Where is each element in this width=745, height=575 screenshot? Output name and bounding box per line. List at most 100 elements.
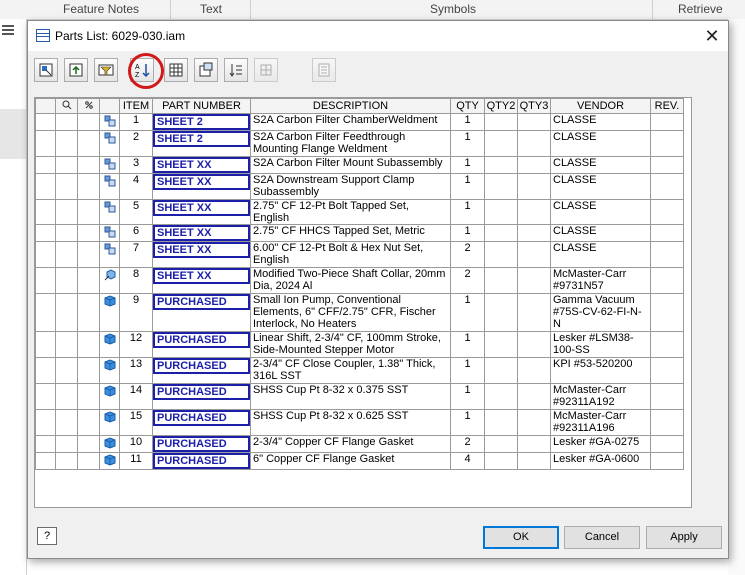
qty-cell[interactable]: 2	[450, 267, 485, 294]
percent-cell[interactable]	[77, 452, 100, 470]
percent-cell[interactable]	[77, 156, 100, 174]
ok-button[interactable]: OK	[483, 526, 559, 549]
qty3-cell[interactable]	[517, 452, 551, 470]
percent-cell[interactable]	[77, 241, 100, 268]
rev-cell[interactable]	[650, 409, 684, 436]
menu-icon[interactable]	[2, 25, 14, 27]
qty2-cell[interactable]	[484, 452, 518, 470]
status-cell[interactable]	[35, 331, 56, 358]
vendor-cell[interactable]: McMaster-Carr #92311A192	[550, 383, 651, 410]
find-cell[interactable]	[55, 293, 78, 332]
qty2-cell[interactable]	[484, 113, 518, 131]
status-cell[interactable]	[35, 452, 56, 470]
percent-cell[interactable]	[77, 199, 100, 225]
apply-button[interactable]: Apply	[646, 526, 722, 549]
header-find[interactable]	[55, 98, 78, 114]
status-cell[interactable]	[35, 199, 56, 225]
description-cell[interactable]: S2A Carbon Filter Feedthrough Mounting F…	[250, 130, 451, 157]
table-row[interactable]: 2 SHEET 2 S2A Carbon Filter Feedthrough Mo…	[35, 130, 684, 157]
part-number-cell[interactable]: SHEET XX	[152, 173, 251, 200]
part-number-cell[interactable]: SHEET 2	[152, 130, 251, 157]
description-cell[interactable]: S2A Carbon Filter Mount Subassembly	[250, 156, 451, 174]
qty-cell[interactable]: 1	[450, 357, 485, 384]
description-cell[interactable]: S2A Downstream Support Clamp Subassembly	[250, 173, 451, 200]
item-cell[interactable]: 1	[119, 113, 153, 131]
status-cell[interactable]	[35, 293, 56, 332]
qty2-cell[interactable]	[484, 409, 518, 436]
qty3-cell[interactable]	[517, 293, 551, 332]
vendor-cell[interactable]: Lesker #GA-0275	[550, 435, 651, 453]
table-row[interactable]: 12 PURCHASED Linear Shift, 2-3/4" CF, 100m…	[35, 331, 684, 358]
part-number-cell[interactable]: PURCHASED	[152, 293, 251, 332]
find-cell[interactable]	[55, 156, 78, 174]
percent-cell[interactable]	[77, 293, 100, 332]
qty-cell[interactable]: 1	[450, 331, 485, 358]
table-row[interactable]: 4 SHEET XX S2A Downstream Support Clamp Su…	[35, 173, 684, 200]
qty-cell[interactable]: 1	[450, 293, 485, 332]
part-number-cell[interactable]: PURCHASED	[152, 409, 251, 436]
rev-cell[interactable]	[650, 452, 684, 470]
find-cell[interactable]	[55, 113, 78, 131]
description-cell[interactable]: Small Ion Pump, Conventional Elements, 6…	[250, 293, 451, 332]
header-vendor[interactable]: VENDOR	[550, 98, 651, 114]
item-cell[interactable]: 15	[119, 409, 153, 436]
qty2-cell[interactable]	[484, 331, 518, 358]
rev-cell[interactable]	[650, 331, 684, 358]
cancel-button[interactable]: Cancel	[564, 526, 640, 549]
description-cell[interactable]: 2-3/4" CF Close Coupler, 1.38" Thick, 31…	[250, 357, 451, 384]
header-description[interactable]: DESCRIPTION	[250, 98, 451, 114]
qty-cell[interactable]: 1	[450, 199, 485, 225]
percent-cell[interactable]	[77, 383, 100, 410]
find-cell[interactable]	[55, 331, 78, 358]
qty-cell[interactable]: 1	[450, 173, 485, 200]
qty-cell[interactable]: 1	[450, 113, 485, 131]
qty-cell[interactable]: 1	[450, 383, 485, 410]
qty3-cell[interactable]	[517, 113, 551, 131]
vendor-cell[interactable]: KPI #53-520200	[550, 357, 651, 384]
qty-cell[interactable]: 1	[450, 130, 485, 157]
percent-cell[interactable]	[77, 435, 100, 453]
table-row[interactable]: 13 PURCHASED 2-3/4" CF Close Coupler, 1.38…	[35, 357, 684, 384]
percent-cell[interactable]	[77, 173, 100, 200]
table-row[interactable]: 5 SHEET XX 2.75" CF 12-Pt Bolt Tapped Set,…	[35, 199, 684, 225]
vendor-cell[interactable]: McMaster-Carr #9731N57	[550, 267, 651, 294]
qty2-cell[interactable]	[484, 173, 518, 200]
qty2-cell[interactable]	[484, 156, 518, 174]
status-cell[interactable]	[35, 241, 56, 268]
description-cell[interactable]: 2-3/4" Copper CF Flange Gasket	[250, 435, 451, 453]
part-number-cell[interactable]: SHEET 2	[152, 113, 251, 131]
percent-cell[interactable]	[77, 130, 100, 157]
header-type[interactable]	[99, 98, 120, 114]
table-row[interactable]: 15 PURCHASED SHSS Cup Pt 8-32 x 0.625 SST 1…	[35, 409, 684, 436]
table-row[interactable]: 1 SHEET 2 S2A Carbon Filter ChamberWeldmen…	[35, 113, 684, 131]
part-number-cell[interactable]: SHEET XX	[152, 199, 251, 225]
rev-cell[interactable]	[650, 383, 684, 410]
item-cell[interactable]: 9	[119, 293, 153, 332]
find-cell[interactable]	[55, 267, 78, 294]
qty-cell[interactable]: 2	[450, 241, 485, 268]
export-button[interactable]	[64, 58, 88, 82]
part-number-cell[interactable]: SHEET XX	[152, 241, 251, 268]
vendor-cell[interactable]: CLASSE	[550, 199, 651, 225]
header-status[interactable]	[35, 98, 56, 114]
rev-cell[interactable]	[650, 224, 684, 242]
header-qty[interactable]: QTY	[450, 98, 485, 114]
qty-cell[interactable]: 1	[450, 224, 485, 242]
vendor-cell[interactable]: CLASSE	[550, 113, 651, 131]
qty2-cell[interactable]	[484, 267, 518, 294]
table-row[interactable]: 8 SHEET XX Modified Two-Piece Shaft Collar…	[35, 267, 684, 294]
item-cell[interactable]: 5	[119, 199, 153, 225]
table-row[interactable]: 3 SHEET XX S2A Carbon Filter Mount Subasse…	[35, 156, 684, 174]
description-cell[interactable]: 6" Copper CF Flange Gasket	[250, 452, 451, 470]
item-cell[interactable]: 6	[119, 224, 153, 242]
rev-cell[interactable]	[650, 357, 684, 384]
qty3-cell[interactable]	[517, 267, 551, 294]
qty3-cell[interactable]	[517, 224, 551, 242]
table-row[interactable]: 11 PURCHASED 6" Copper CF Flange Gasket 4 Le…	[35, 452, 684, 470]
rev-cell[interactable]	[650, 293, 684, 332]
item-cell[interactable]: 8	[119, 267, 153, 294]
qty-cell[interactable]: 2	[450, 435, 485, 453]
find-cell[interactable]	[55, 130, 78, 157]
item-cell[interactable]: 14	[119, 383, 153, 410]
status-cell[interactable]	[35, 435, 56, 453]
